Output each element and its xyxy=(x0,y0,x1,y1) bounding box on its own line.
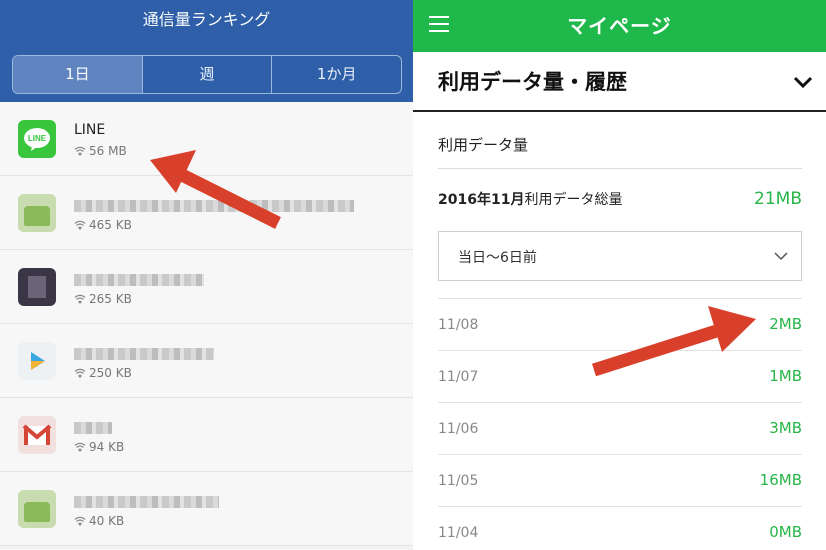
android-app-icon xyxy=(18,490,56,528)
total-label-text: 利用データ総量 xyxy=(524,192,623,208)
blurred-app-name xyxy=(74,496,219,508)
daily-usage-list: 11/08 2MB 11/07 1MB 11/06 3MB 11/05 16MB 11/… xyxy=(438,298,802,550)
monthly-total-label: 2016年11月利用データ総量 xyxy=(438,189,622,209)
app-data-size: 250 KB xyxy=(74,366,132,380)
app-size-label: 465 KB xyxy=(89,218,132,232)
app-data-size: 465 KB xyxy=(74,218,132,232)
usage-history-section-title[interactable]: 利用データ量・履歴 xyxy=(438,66,627,96)
app-size-label: 56 MB xyxy=(89,144,127,158)
app-row-line[interactable]: LINE LINE 56 MB xyxy=(0,102,413,176)
signal-icon xyxy=(74,516,86,526)
section-divider xyxy=(413,110,826,112)
period-select[interactable]: 当日〜6日前 xyxy=(438,231,802,281)
signal-icon xyxy=(74,146,86,156)
app-size-label: 265 KB xyxy=(89,292,132,306)
daily-usage-row: 11/04 0MB xyxy=(438,506,802,550)
line-app-icon: LINE xyxy=(18,120,56,158)
signal-icon xyxy=(74,294,86,304)
period-segmented-control: 1日 週 1か月 xyxy=(12,55,402,94)
period-select-value: 当日〜6日前 xyxy=(458,250,537,266)
data-usage-ranking-screen: 通信量ランキング 1日 週 1か月 LINE LINE 56 MB 465 KB… xyxy=(0,0,413,550)
signal-icon xyxy=(74,220,86,230)
daily-usage-row: 11/05 16MB xyxy=(438,454,802,506)
usage-date: 11/04 xyxy=(438,525,479,541)
chevron-down-icon[interactable] xyxy=(792,74,814,90)
my-page-title: マイページ xyxy=(567,14,672,38)
app-data-size: 40 KB xyxy=(74,514,124,528)
usage-date: 11/05 xyxy=(438,473,479,489)
blurred-app-name xyxy=(74,422,112,434)
svg-text:LINE: LINE xyxy=(28,134,47,143)
daily-usage-row: 11/07 1MB xyxy=(438,350,802,402)
daily-usage-row: 11/08 2MB xyxy=(438,298,802,350)
app-usage-list: LINE LINE 56 MB 465 KB 265 KB 250 KB 94 … xyxy=(0,102,413,546)
signal-icon xyxy=(74,442,86,452)
play-store-icon xyxy=(18,342,56,380)
usage-date: 11/06 xyxy=(438,421,479,437)
usage-date: 11/07 xyxy=(438,369,479,385)
blurred-app-name xyxy=(74,274,204,286)
app-data-size: 94 KB xyxy=(74,440,124,454)
divider xyxy=(438,168,802,169)
usage-value: 1MB xyxy=(769,367,802,385)
app-row[interactable]: 265 KB xyxy=(0,250,413,324)
app-size-label: 250 KB xyxy=(89,366,132,380)
usage-value: 0MB xyxy=(769,523,802,541)
monthly-total-value: 21MB xyxy=(754,189,802,209)
total-month: 2016年11月 xyxy=(438,192,525,208)
app-name: LINE xyxy=(74,122,106,138)
tab-month[interactable]: 1か月 xyxy=(272,56,401,93)
usage-value: 3MB xyxy=(769,419,802,437)
blurred-app-name xyxy=(74,200,354,212)
android-app-icon xyxy=(18,194,56,232)
app-row[interactable]: 40 KB xyxy=(0,472,413,546)
app-row[interactable]: 250 KB xyxy=(0,324,413,398)
data-usage-subtitle: 利用データ量 xyxy=(438,136,529,154)
tab-week[interactable]: 週 xyxy=(143,56,273,93)
app-data-size: 265 KB xyxy=(74,292,132,306)
usage-value: 16MB xyxy=(759,471,802,489)
tab-day[interactable]: 1日 xyxy=(13,56,143,93)
daily-usage-row: 11/06 3MB xyxy=(438,402,802,454)
usage-value: 2MB xyxy=(769,315,802,333)
app-size-label: 40 KB xyxy=(89,514,125,528)
usage-date: 11/08 xyxy=(438,317,479,333)
chevron-down-icon xyxy=(774,252,788,261)
app-data-size: 56 MB xyxy=(74,144,127,158)
app-size-label: 94 KB xyxy=(89,440,125,454)
gmail-icon xyxy=(18,416,56,454)
my-page-screen: マイページ 利用データ量・履歴 利用データ量 2016年11月利用データ総量 2… xyxy=(413,0,826,550)
dark-app-icon xyxy=(18,268,56,306)
app-row[interactable]: 94 KB xyxy=(0,398,413,472)
app-row[interactable]: 465 KB xyxy=(0,176,413,250)
my-page-header: マイページ xyxy=(413,0,826,52)
blurred-app-name xyxy=(74,348,214,360)
ranking-title: 通信量ランキング xyxy=(142,10,271,29)
signal-icon xyxy=(74,368,86,378)
